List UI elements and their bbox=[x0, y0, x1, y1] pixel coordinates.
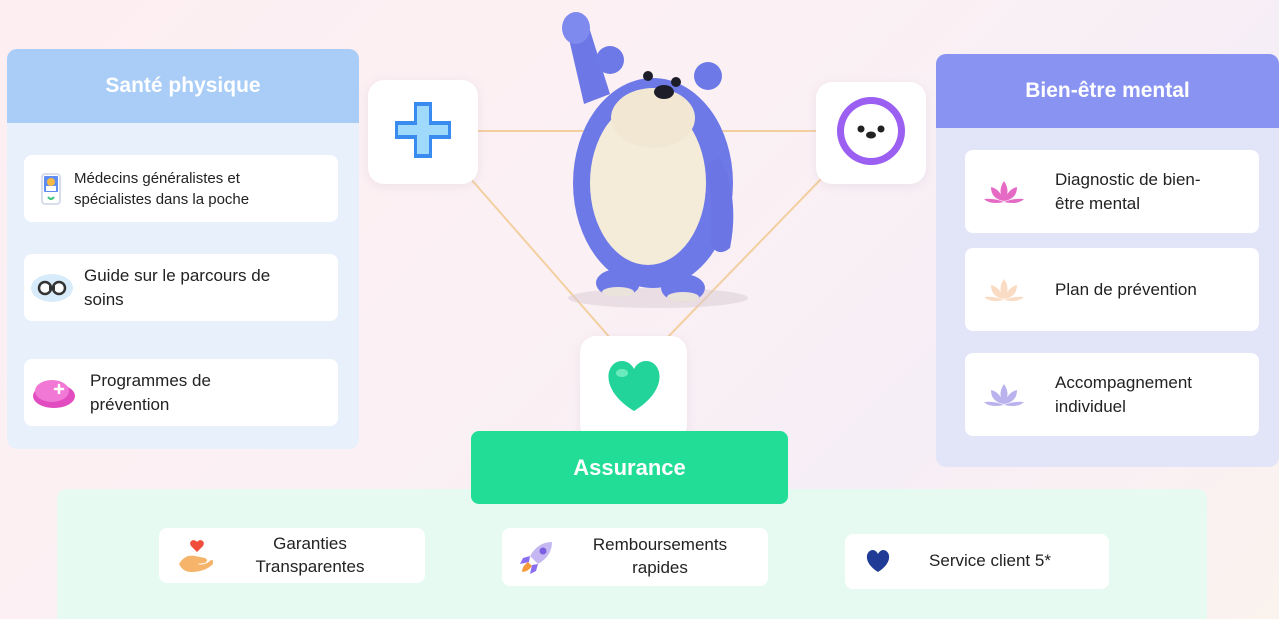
medical-cross-icon bbox=[392, 99, 454, 166]
list-item-label: Guide sur le parcours de soins bbox=[84, 265, 271, 309]
binoculars-icon bbox=[28, 273, 76, 303]
rocket-icon bbox=[518, 538, 556, 576]
list-item-label: Accompagnement individuel bbox=[1055, 372, 1193, 416]
heart-hand-icon bbox=[177, 538, 213, 574]
list-item[interactable]: Service client 5* bbox=[845, 534, 1109, 589]
lotus-icon bbox=[979, 179, 1029, 205]
mascot-illustration bbox=[548, 8, 748, 308]
list-item-label: Service client 5* bbox=[929, 551, 1051, 571]
list-item[interactable]: Diagnostic de bien-être mental bbox=[965, 150, 1259, 233]
medical-cross-tile bbox=[368, 80, 478, 184]
sante-physique-panel: Santé physique Médecins généralistes et … bbox=[7, 49, 359, 449]
panel-title: Santé physique bbox=[7, 49, 359, 123]
list-item[interactable]: Garanties Transparentes bbox=[159, 528, 425, 583]
list-item-label: Garanties Transparentes bbox=[255, 533, 365, 576]
blue-heart-icon bbox=[865, 549, 891, 574]
list-item-label: Plan de prévention bbox=[1055, 279, 1197, 299]
list-item-label: Médecins généralistes et spécialistes da… bbox=[74, 169, 250, 208]
list-item[interactable]: Médecins généralistes et spécialistes da… bbox=[24, 155, 338, 222]
panel-title: Bien-être mental bbox=[936, 54, 1279, 128]
list-item[interactable]: Accompagnement individuel bbox=[965, 353, 1259, 436]
assurance-section: Garanties Transparentes Remboursements r… bbox=[57, 489, 1207, 619]
list-item-label: Diagnostic de bien-être mental bbox=[1055, 169, 1201, 213]
lotus-icon bbox=[979, 277, 1029, 303]
list-item-label: Remboursements rapides bbox=[592, 535, 728, 577]
list-item[interactable]: Plan de prévention bbox=[965, 248, 1259, 331]
heart-tile bbox=[580, 336, 687, 441]
bien-etre-mental-panel: Bien-être mental Diagnostic de bien-être… bbox=[936, 54, 1279, 467]
smiley-face-tile bbox=[816, 82, 926, 184]
green-heart-icon bbox=[604, 359, 664, 418]
lotus-icon bbox=[979, 382, 1029, 408]
smiley-face-icon bbox=[835, 95, 907, 172]
doctor-phone-icon bbox=[36, 172, 66, 205]
list-item-label: Programmes de prévention bbox=[90, 370, 211, 414]
list-item[interactable]: Guide sur le parcours de soins bbox=[24, 254, 338, 321]
list-item[interactable]: Remboursements rapides bbox=[502, 528, 768, 586]
assurance-title: Assurance bbox=[471, 431, 788, 504]
pink-shield-icon bbox=[28, 376, 80, 410]
list-item[interactable]: Programmes de prévention bbox=[24, 359, 338, 426]
